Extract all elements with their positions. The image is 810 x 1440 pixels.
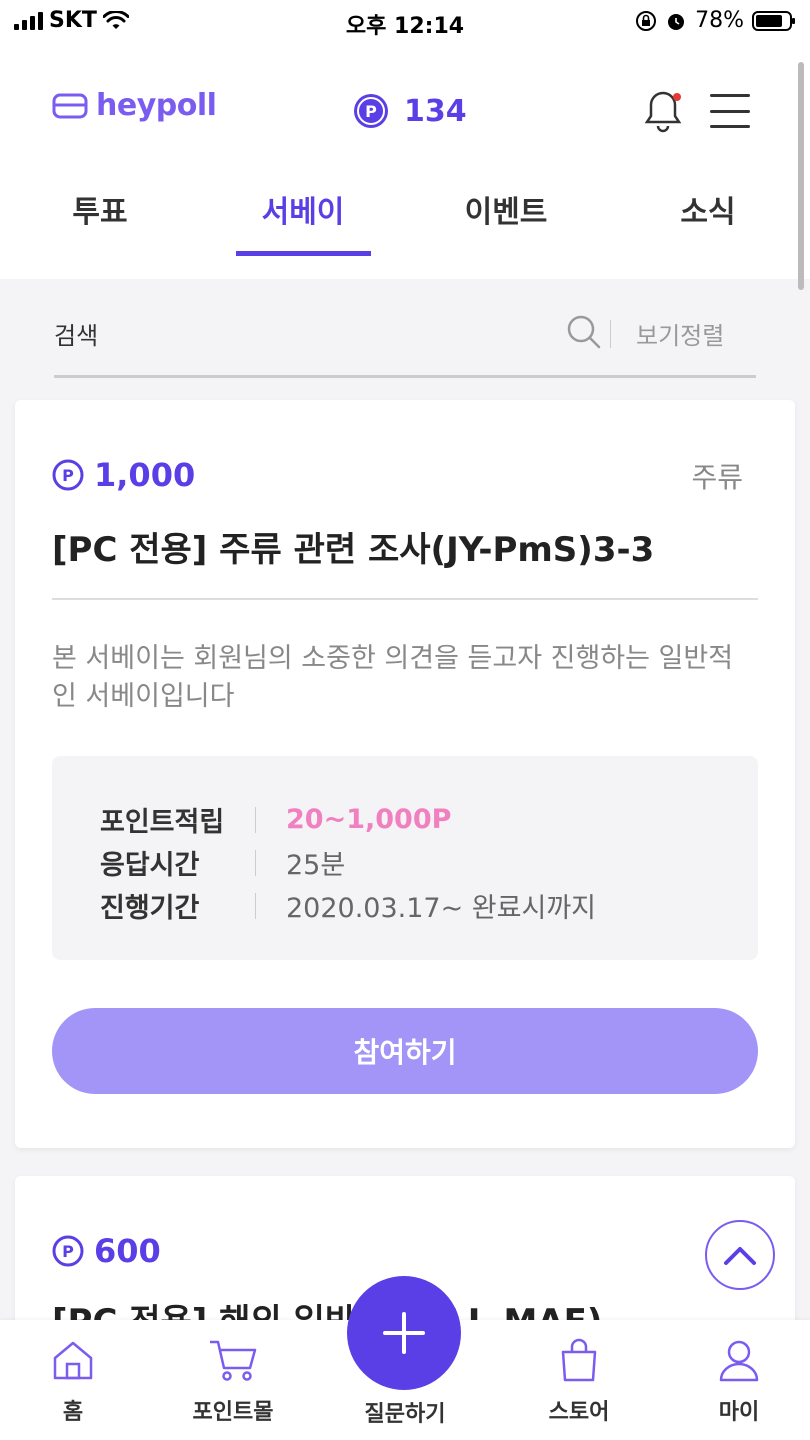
bell-icon (644, 91, 682, 133)
point-coin-icon: P (354, 94, 388, 128)
nav-ask-label[interactable]: 질문하기 (345, 1396, 465, 1428)
nav-label: 마이 (718, 1400, 760, 1425)
info-key: 진행기간 (100, 893, 200, 924)
search-label: 검색 (54, 322, 99, 350)
chevron-up-icon (724, 1247, 756, 1265)
app-header: heypoll P 134 투표 서베이 이벤트 소식 (0, 44, 810, 279)
info-row-period: 진행기간 2020.03.17~ 완료시까지 (100, 886, 596, 925)
svg-text:P: P (365, 102, 377, 121)
info-row-time: 응답시간 25분 (100, 843, 345, 882)
status-right: 78% (635, 8, 796, 33)
ask-question-button[interactable] (347, 1276, 461, 1390)
menu-line (710, 109, 750, 113)
card-points: P 1,000 (52, 456, 195, 494)
nav-label: 홈 (62, 1400, 84, 1425)
nav-label: 포인트몰 (192, 1400, 274, 1425)
info-key: 응답시간 (100, 850, 200, 881)
points-value: 134 (404, 93, 467, 129)
rotation-lock-icon (636, 10, 657, 31)
carrier-label: SKT (49, 8, 97, 33)
person-icon (719, 1340, 759, 1382)
survey-card: P 1,000 주류 [PC 전용] 주류 관련 조사(JY-PmS)3-3 본… (15, 400, 795, 1148)
card-info-box: 포인트적립 20~1,000P 응답시간 25분 진행기간 2020.03.17… (52, 756, 758, 960)
info-divider (255, 806, 256, 833)
menu-line (710, 94, 750, 97)
status-left: SKT (14, 8, 129, 33)
info-value: 2020.03.17~ 완료시까지 (286, 893, 596, 924)
join-button[interactable]: 참여하기 (52, 1008, 758, 1094)
card-category: 주류 (691, 461, 743, 494)
status-bar: SKT 오후 12:14 78% (0, 0, 810, 44)
point-icon: P (52, 1235, 84, 1267)
scroll-top-button[interactable] (705, 1220, 775, 1290)
bag-icon (561, 1338, 597, 1382)
plus-icon (383, 1312, 425, 1354)
nav-point-mall[interactable]: 포인트몰 (173, 1338, 293, 1426)
card-divider (52, 598, 758, 600)
sort-button[interactable]: 보기정렬 (636, 316, 724, 351)
nav-store[interactable]: 스토어 (519, 1338, 639, 1426)
cart-icon (210, 1340, 257, 1381)
card-points-value: 600 (94, 1232, 161, 1270)
logo-text: heypoll (96, 88, 217, 123)
info-row-points: 포인트적립 20~1,000P (100, 800, 451, 839)
nav-my[interactable]: 마이 (679, 1338, 799, 1426)
home-icon (53, 1341, 93, 1380)
tab-event[interactable]: 이벤트 (436, 187, 576, 231)
svg-text:P: P (62, 466, 74, 485)
notification-button[interactable] (640, 88, 686, 138)
active-tab-indicator (236, 251, 371, 256)
wifi-icon (102, 10, 129, 29)
info-divider (255, 849, 256, 876)
nav-label: 스토어 (548, 1400, 610, 1425)
info-value: 25분 (286, 850, 346, 881)
tab-survey[interactable]: 서베이 (243, 187, 363, 231)
card-points: P 600 (52, 1232, 161, 1270)
heypoll-logo-icon (52, 93, 88, 118)
search-divider (610, 320, 611, 348)
menu-line (710, 125, 750, 128)
tab-news[interactable]: 소식 (648, 187, 768, 231)
card-title[interactable]: [PC 전용] 주류 관련 조사(JY-PmS)3-3 (52, 522, 654, 571)
svg-text:P: P (62, 1242, 74, 1261)
tab-vote[interactable]: 투표 (40, 187, 160, 231)
alarm-icon (668, 13, 685, 30)
menu-button[interactable] (710, 94, 750, 128)
point-icon: P (52, 459, 84, 491)
battery-percent: 78% (695, 8, 744, 33)
search-bar[interactable]: 검색 보기정렬 (54, 300, 756, 378)
nav-home[interactable]: 홈 (13, 1338, 133, 1426)
info-key: 포인트적립 (100, 807, 225, 838)
card-description: 본 서베이는 회원님의 소중한 의견을 듣고자 진행하는 일반적인 서베이입니다 (52, 643, 734, 712)
points-balance[interactable]: P 134 (352, 92, 467, 130)
tab-bar: 투표 서베이 이벤트 소식 (0, 169, 810, 256)
battery-icon (752, 10, 795, 31)
info-value: 20~1,000P (286, 804, 452, 835)
search-icon[interactable] (566, 314, 602, 350)
logo[interactable]: heypoll (52, 88, 217, 123)
info-divider (255, 892, 256, 919)
signal-icon (14, 11, 43, 30)
card-points-value: 1,000 (94, 456, 196, 494)
scrollbar[interactable] (798, 62, 804, 290)
